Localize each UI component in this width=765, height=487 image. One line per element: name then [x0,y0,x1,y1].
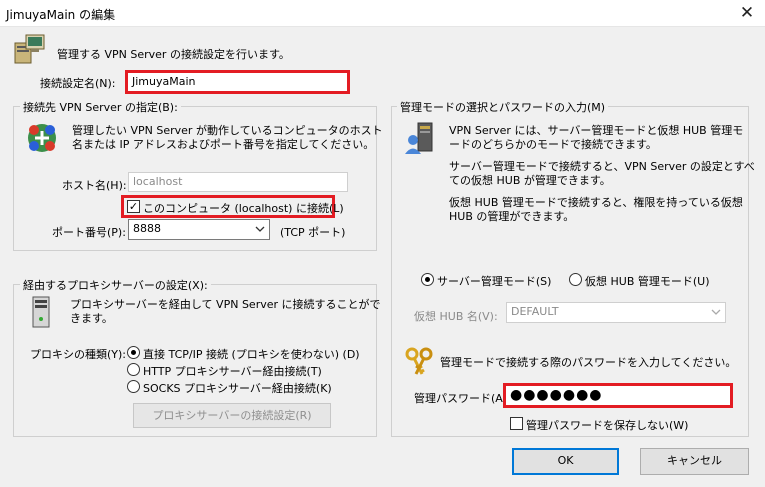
proxy-type-label: プロキシの種類(Y): [30,348,127,361]
cancel-button[interactable]: キャンセル [640,448,749,475]
mode-desc3-line2: HUB の管理ができます。 [449,210,575,223]
localhost-checkbox[interactable]: ✓ [127,200,140,213]
ok-button[interactable]: OK [512,448,619,475]
port-suffix: (TCP ポート) [280,226,346,239]
password-value: ●●●●●●● [510,387,603,403]
hub-name-label: 仮想 HUB 名(V): [414,310,498,323]
localhost-checkbox-label[interactable]: このコンピュータ (localhost) に接続(L) [143,200,344,216]
server-group-title: 接続先 VPN Server の指定(B): [20,99,181,115]
port-dropdown[interactable]: 8888 [128,219,270,240]
server-mode-label[interactable]: サーバー管理モード(S) [437,273,551,289]
proxy-server-icon [29,295,53,329]
hub-name-dropdown[interactable]: DEFAULT [506,302,726,323]
proxy-socks-label[interactable]: SOCKS プロキシサーバー経由接続(K) [143,380,332,396]
window-title: JimuyaMain の編集 [6,8,116,22]
proxy-group-title: 経由するプロキシサーバーの設定(X): [20,277,211,293]
port-value: 8888 [133,222,161,235]
proxy-http-label[interactable]: HTTP プロキシサーバー経由接続(T) [143,363,322,379]
close-icon[interactable]: ✕ [733,0,761,26]
setting-name-label: 接続設定名(N): [40,77,116,90]
host-value: localhost [133,175,183,188]
proxy-direct-radio[interactable] [127,346,140,359]
proxy-direct-label[interactable]: 直接 TCP/IP 接続 (プロキシを使わない) (D) [143,346,360,362]
mode-desc1-line2: ードのどちらかのモードで接続できます。 [449,138,657,151]
no-save-password-label[interactable]: 管理パスワードを保存しない(W) [526,417,688,433]
server-mode-radio[interactable] [421,273,434,286]
setting-name-input[interactable]: JimuyaMain [125,70,350,94]
port-label: ポート番号(P): [52,226,126,239]
hub-name-value: DEFAULT [511,305,559,318]
chevron-down-icon [711,309,721,315]
proxy-http-radio[interactable] [127,363,140,376]
server-computer-icon [12,33,46,65]
password-label: 管理パスワード(A): [414,392,511,405]
proxy-description-line2: きます。 [70,312,113,325]
proxy-settings-button[interactable]: プロキシサーバーの接続設定(R) [133,403,331,428]
hub-mode-label[interactable]: 仮想 HUB 管理モード(U) [585,273,710,289]
no-save-password-checkbox[interactable] [510,417,523,430]
mode-group-title: 管理モードの選択とパスワードの入力(M) [397,99,609,115]
host-input[interactable]: localhost [128,172,348,192]
proxy-socks-radio[interactable] [127,380,140,393]
host-label: ホスト名(H): [62,179,127,192]
admin-user-icon [404,121,436,155]
hub-mode-radio[interactable] [569,273,582,286]
header-description: 管理する VPN Server の接続設定を行います。 [57,48,290,61]
password-input[interactable]: ●●●●●●● [503,383,733,408]
setting-name-value: JimuyaMain [132,75,196,88]
server-description-line2: 名または IP アドレスおよびポート番号を指定してください。 [72,138,375,151]
keys-icon [404,346,434,378]
proxy-description-line1: プロキシサーバーを経由して VPN Server に接続することがで [70,298,381,311]
network-globe-icon [25,121,59,155]
mode-desc2-line2: ての仮想 HUB が管理できます。 [449,174,611,187]
chevron-down-icon [255,226,265,232]
password-prompt: 管理モードで接続する際のパスワードを入力してください。 [440,356,737,369]
